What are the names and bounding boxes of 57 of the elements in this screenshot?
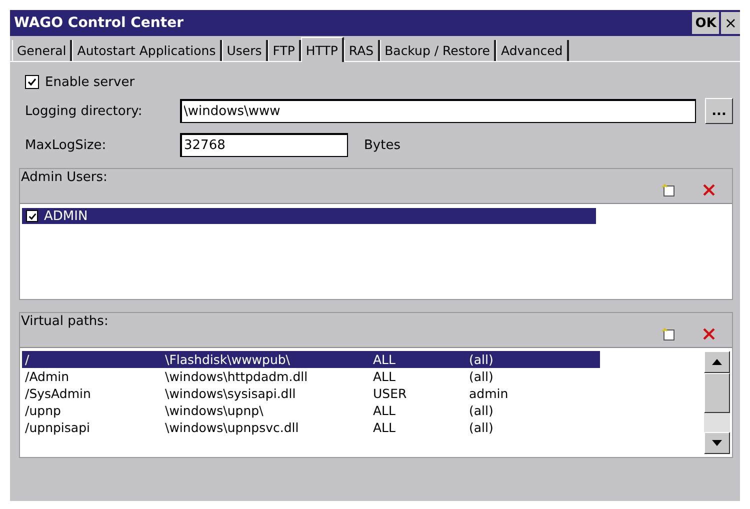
tab[interactable]: Advanced [496, 40, 569, 61]
scroll-down-icon[interactable] [704, 432, 730, 454]
scroll-thumb[interactable] [704, 373, 730, 413]
table-cell-text: (all) [468, 403, 494, 418]
window-title: WAGO Control Center [14, 15, 184, 31]
tab[interactable]: RAS [344, 40, 380, 61]
user-name: ADMIN [44, 208, 88, 224]
table-cell-text: /SysAdmin [24, 386, 92, 401]
checkbox[interactable] [26, 210, 38, 222]
checkbox[interactable] [25, 75, 39, 89]
scroll-up-icon[interactable] [704, 351, 730, 373]
table-cell-text: ALL [372, 369, 396, 384]
field-label: MaxLogSize: [24, 138, 108, 152]
table-cell-text: (all) [468, 420, 494, 435]
scrollbar[interactable] [704, 351, 730, 454]
tab[interactable]: Backup / Restore [380, 40, 496, 61]
list-item[interactable]: ADMIN [22, 208, 596, 224]
table-cell-text: \windows\upnp\ [164, 403, 264, 418]
new-item-icon[interactable] [662, 327, 676, 341]
table-cell-text: /upnpisapi [24, 420, 91, 435]
delete-icon[interactable] [702, 327, 716, 341]
close-button[interactable]: × [721, 12, 740, 34]
panel-title: Admin Users: [21, 170, 108, 185]
input-field[interactable]: 32768 [180, 133, 348, 157]
table-cell-text: \Flashdisk\wwwpub\ [164, 352, 292, 367]
tab[interactable]: HTTP [300, 37, 344, 62]
table-cell-text: ALL [372, 420, 396, 435]
table-cell-text: ALL [372, 403, 396, 418]
table-cell-text: \windows\httpdadm.dll [164, 369, 309, 384]
ok-button[interactable]: OK [692, 12, 720, 34]
tab[interactable]: Autostart Applications [72, 40, 222, 61]
list-row[interactable]: /upnpisapi \windows\upnpsvc.dll ALL (all) [22, 419, 600, 436]
checkbox-label: Enable server [45, 74, 135, 90]
table-cell-text: / [24, 352, 30, 367]
field-label: Logging directory: [24, 104, 144, 118]
delete-icon[interactable] [702, 183, 716, 197]
list-row[interactable]: /upnp \windows\upnp\ ALL (all) [22, 402, 600, 419]
table-cell-text: admin [468, 386, 508, 401]
table-cell-text: /upnp [24, 403, 62, 418]
table-cell-text: (all) [468, 369, 494, 384]
browse-button[interactable]: ... [705, 98, 733, 124]
panel-title: Virtual paths: [21, 314, 110, 329]
unit-label: Bytes [364, 138, 400, 152]
table-cell-text: \windows\upnpsvc.dll [164, 420, 300, 435]
input-field[interactable]: \windows\www [180, 99, 696, 123]
table-cell-text: /Admin [24, 369, 70, 384]
table-cell-text: ALL [372, 352, 396, 367]
tab[interactable]: Users [222, 40, 268, 61]
list-row[interactable]: / \Flashdisk\wwwpub\ ALL (all) [22, 351, 600, 368]
new-item-icon[interactable] [662, 183, 676, 197]
tab[interactable]: FTP [268, 40, 301, 61]
table-cell-text: \windows\sysisapi.dll [164, 386, 297, 401]
tab[interactable]: General [12, 40, 72, 61]
list-row[interactable]: /SysAdmin \windows\sysisapi.dll USER admin [22, 385, 600, 402]
table-cell-text: (all) [468, 352, 494, 367]
table-cell-text: USER [372, 386, 408, 401]
list-row[interactable]: /Admin \windows\httpdadm.dll ALL (all) [22, 368, 600, 385]
